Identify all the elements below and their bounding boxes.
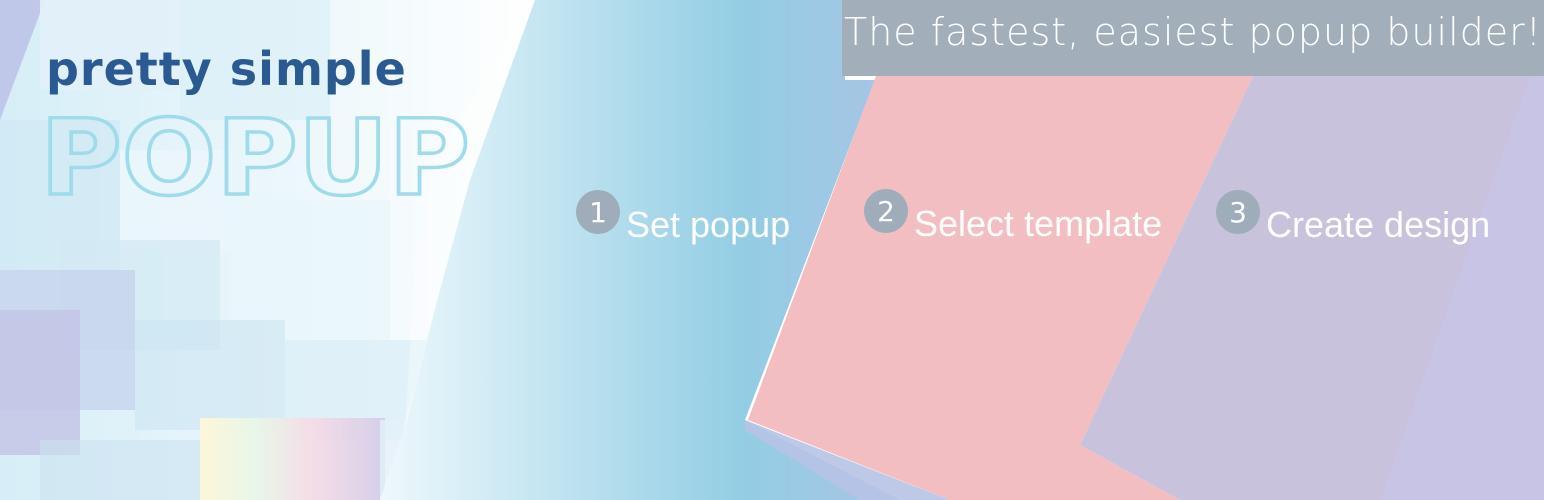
tagline-text: The fastest, easiest popup builder!: [844, 10, 1542, 54]
step-label: Create design: [1266, 204, 1491, 245]
logo-small-text: pretty simple: [46, 42, 407, 96]
plugin-banner: The fastest, easiest popup builder! pret…: [0, 0, 1544, 500]
mosaic-tile: [200, 418, 385, 500]
step-number-badge: 1: [576, 190, 620, 234]
tagline-bar: The fastest, easiest popup builder!: [842, 0, 1544, 76]
logo: pretty simple POPUP: [0, 0, 520, 240]
step-number-badge: 3: [1216, 190, 1260, 234]
mosaic-tile: [0, 310, 80, 455]
mosaic-tile: [40, 440, 220, 500]
step-label: Set popup: [626, 204, 791, 245]
logo-big-text: POPUP: [38, 110, 472, 206]
step-select-template: 2 Select template: [864, 189, 1162, 245]
mosaic-tile: [135, 320, 285, 430]
logo-big-word: POPUP: [40, 110, 470, 206]
step-set-popup: 1 Set popup: [576, 190, 790, 246]
step-label: Select template: [914, 203, 1163, 244]
step-create-design: 3 Create design: [1216, 190, 1490, 246]
step-number-badge: 2: [864, 189, 908, 233]
